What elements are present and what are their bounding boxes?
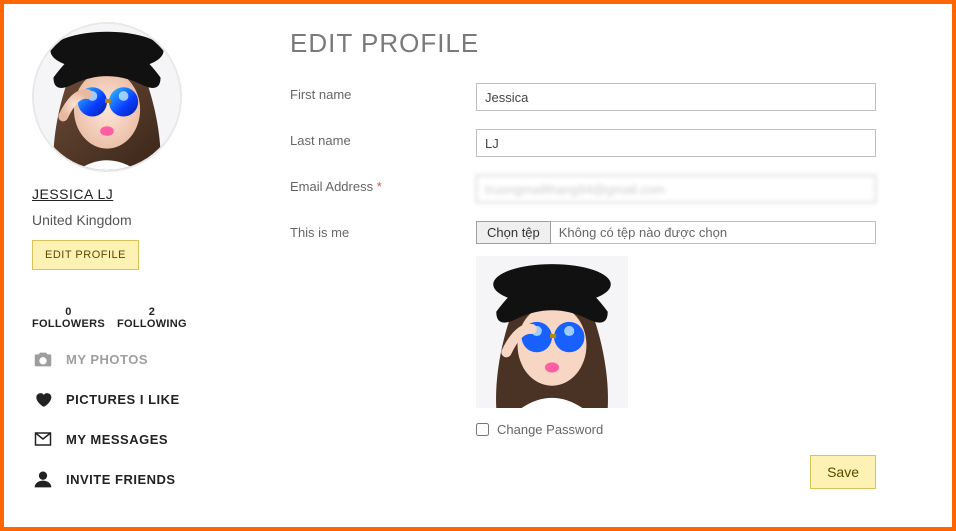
this-is-me-label: This is me: [290, 221, 476, 240]
following-label: FOLLOWING: [117, 318, 187, 330]
nav-label: MY PHOTOS: [66, 352, 148, 367]
edit-profile-button[interactable]: EDIT PROFILE: [32, 240, 139, 270]
last-name-label: Last name: [290, 129, 476, 148]
page-title: EDIT PROFILE: [290, 28, 924, 59]
followers-stat[interactable]: 0 FOLLOWERS: [32, 306, 105, 330]
following-count: 2: [117, 306, 187, 318]
heart-icon: [32, 388, 54, 410]
followers-count: 0: [32, 306, 105, 318]
last-name-input[interactable]: [476, 129, 876, 157]
profile-avatar[interactable]: [32, 22, 182, 172]
followers-label: FOLLOWERS: [32, 318, 105, 330]
change-password-checkbox[interactable]: [476, 423, 489, 436]
following-stat[interactable]: 2 FOLLOWING: [117, 306, 187, 330]
file-placeholder-text: Không có tệp nào được chọn: [551, 221, 876, 244]
nav-pictures-i-like[interactable]: PICTURES I LIKE: [32, 388, 230, 410]
nav-my-photos[interactable]: MY PHOTOS: [32, 348, 230, 370]
change-password-label: Change Password: [497, 422, 603, 437]
first-name-input[interactable]: [476, 83, 876, 111]
required-asterisk: *: [377, 179, 382, 194]
avatar-image: [34, 24, 180, 170]
file-choose-button[interactable]: Chọn tệp: [476, 221, 551, 244]
nav-my-messages[interactable]: MY MESSAGES: [32, 428, 230, 450]
first-name-label: First name: [290, 83, 476, 102]
nav-label: INVITE FRIENDS: [66, 472, 176, 487]
save-button[interactable]: Save: [810, 455, 876, 489]
person-icon: [32, 468, 54, 490]
email-label: Email Address *: [290, 175, 476, 194]
camera-icon: [32, 348, 54, 370]
location-text: United Kingdom: [32, 212, 230, 228]
nav-label: MY MESSAGES: [66, 432, 168, 447]
username-link[interactable]: JESSICA LJ: [32, 186, 230, 202]
nav-invite-friends[interactable]: INVITE FRIENDS: [32, 468, 230, 490]
nav-label: PICTURES I LIKE: [66, 392, 180, 407]
photo-preview: [476, 256, 628, 408]
email-input[interactable]: [476, 175, 876, 203]
envelope-icon: [32, 428, 54, 450]
